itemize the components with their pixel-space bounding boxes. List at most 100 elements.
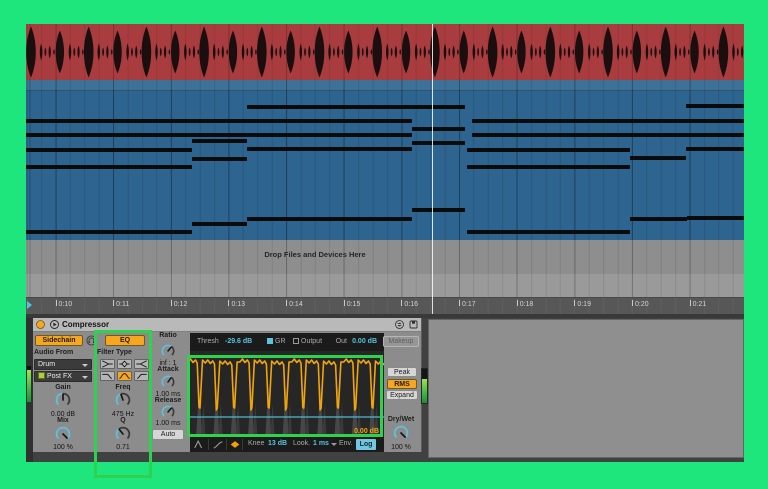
gr-checkbox[interactable]: GR	[267, 338, 286, 345]
midi-note	[472, 133, 744, 137]
midi-note	[192, 157, 247, 161]
makeup-button[interactable]: Makeup	[383, 336, 419, 347]
filter-highshelf-button[interactable]	[134, 359, 149, 369]
knee-label: Knee	[248, 440, 264, 447]
device-title: Compressor	[62, 320, 109, 329]
knee-curve-icon[interactable]	[212, 439, 224, 450]
gain-label: Gain	[43, 384, 83, 391]
mix-knob[interactable]	[54, 425, 72, 443]
filter-highpass-button[interactable]	[134, 371, 149, 381]
lookahead-value[interactable]: 1 ms	[313, 440, 329, 447]
audio-from-label: Audio From	[34, 349, 84, 356]
filter-bell-button[interactable]	[117, 359, 132, 369]
device-drop-area[interactable]	[428, 319, 744, 458]
filter-bandpass-button[interactable]	[117, 371, 132, 381]
routing-point-select[interactable]: Post FX	[34, 371, 92, 382]
drywet-value: 100 %	[381, 444, 421, 451]
device-on-toggle[interactable]	[36, 320, 45, 329]
hot-swap-icon[interactable]	[395, 320, 404, 329]
release-value: 1.00 ms	[148, 420, 188, 427]
audio-clip-waveform[interactable]	[26, 24, 744, 80]
midi-note	[192, 139, 247, 143]
gain-reduction-graph[interactable]: 0.00 dB	[190, 351, 384, 437]
midi-note	[26, 119, 412, 123]
device-view: Compressor Sidechain EQ Audio From Drum …	[26, 318, 744, 462]
time-ruler[interactable]: 0:100:110:120:130:140:150:160:170:180:19…	[26, 297, 744, 315]
playhead	[432, 24, 433, 314]
thresh-label: Thresh	[197, 338, 219, 345]
ruler-label: 0:21	[693, 301, 707, 308]
ruler-tick	[286, 300, 287, 306]
ruler-label: 0:20	[635, 301, 649, 308]
peak-mode-button[interactable]: Peak	[387, 367, 417, 377]
sidechain-toggle[interactable]: Sidechain	[35, 335, 83, 346]
midi-note	[26, 148, 192, 152]
drywet-label: Dry/Wet	[381, 416, 421, 423]
sidechain-listen-icon[interactable]	[86, 335, 97, 346]
gain-knob[interactable]	[54, 391, 72, 409]
live-window: Drop Files and Devices Here 0:100:110:12…	[26, 24, 744, 462]
release-knob[interactable]	[160, 404, 176, 420]
display-footer: Knee 13 dB Look. 1 ms Env. Log	[190, 437, 384, 452]
lookahead-dropdown-icon[interactable]	[331, 443, 337, 446]
filter-type-label: Filter Type	[97, 349, 149, 356]
ruler-tick	[171, 300, 172, 306]
chevron-down-icon	[82, 364, 88, 367]
audio-from-select[interactable]: Drum	[34, 359, 92, 370]
thresh-value[interactable]: -29.6 dB	[225, 338, 252, 345]
midi-note	[630, 156, 686, 160]
activity-view-icon[interactable]	[229, 439, 241, 450]
midi-note	[412, 127, 465, 131]
graph-floor-value: 0.00 dB	[354, 428, 379, 435]
midi-note	[467, 230, 630, 234]
freq-knob[interactable]	[114, 391, 132, 409]
ruler-tick	[344, 300, 345, 306]
ruler-tick	[113, 300, 114, 306]
transfer-curve-icon[interactable]	[193, 439, 205, 450]
ruler-label: 0:15	[347, 301, 361, 308]
device-title-bar[interactable]: Compressor	[33, 318, 421, 332]
rms-mode-button[interactable]: RMS	[387, 379, 417, 389]
output-checkbox[interactable]: Output	[293, 338, 322, 345]
knee-value[interactable]: 13 dB	[268, 440, 287, 447]
compressor-display: Thresh -29.6 dB GR Output Out 0.00 dB 0.…	[190, 333, 384, 452]
attack-label: Attack	[148, 366, 188, 373]
device-play-icon[interactable]	[50, 320, 59, 329]
track-drop-area[interactable]: Drop Files and Devices Here	[26, 240, 744, 275]
midi-clip[interactable]	[26, 80, 744, 240]
expand-mode-button[interactable]: Expand	[386, 390, 418, 400]
gr-checkbox-icon	[267, 338, 273, 344]
auto-release-button[interactable]: Auto	[152, 429, 184, 440]
envelope-label: Env.	[339, 440, 353, 447]
ruler-tick	[401, 300, 402, 306]
lookahead-label: Look.	[293, 440, 310, 447]
freq-label: Freq	[103, 384, 143, 391]
attack-knob[interactable]	[160, 374, 176, 390]
mix-value: 100 %	[43, 444, 83, 451]
ruler-label: 0:11	[116, 301, 129, 308]
save-preset-icon[interactable]	[409, 320, 418, 329]
output-checkbox-icon	[293, 338, 299, 344]
filter-lowshelf-button[interactable]	[100, 359, 115, 369]
env-log-button[interactable]: Log	[356, 439, 376, 450]
q-value: 0.71	[103, 444, 143, 451]
track-drop-area-2[interactable]	[26, 274, 744, 297]
eq-toggle[interactable]: EQ	[105, 335, 145, 346]
ratio-label: Ratio	[148, 332, 188, 339]
ruler-label: 0:18	[520, 301, 534, 308]
midi-note	[247, 217, 412, 221]
out-value[interactable]: 0.00 dB	[352, 338, 377, 345]
drywet-knob[interactable]	[392, 424, 410, 442]
midi-note	[467, 165, 630, 169]
screenshot-root: Drop Files and Devices Here 0:100:110:12…	[0, 0, 768, 489]
q-knob[interactable]	[114, 425, 132, 443]
filter-lowpass-button[interactable]	[100, 371, 115, 381]
ruler-label: 0:12	[174, 301, 188, 308]
graph-graphic	[190, 351, 384, 437]
midi-note	[26, 133, 412, 137]
waveform-graphic	[26, 24, 744, 80]
midi-note	[412, 208, 465, 212]
midi-note	[686, 147, 744, 151]
ratio-knob[interactable]	[160, 343, 176, 359]
midi-note	[686, 104, 744, 108]
